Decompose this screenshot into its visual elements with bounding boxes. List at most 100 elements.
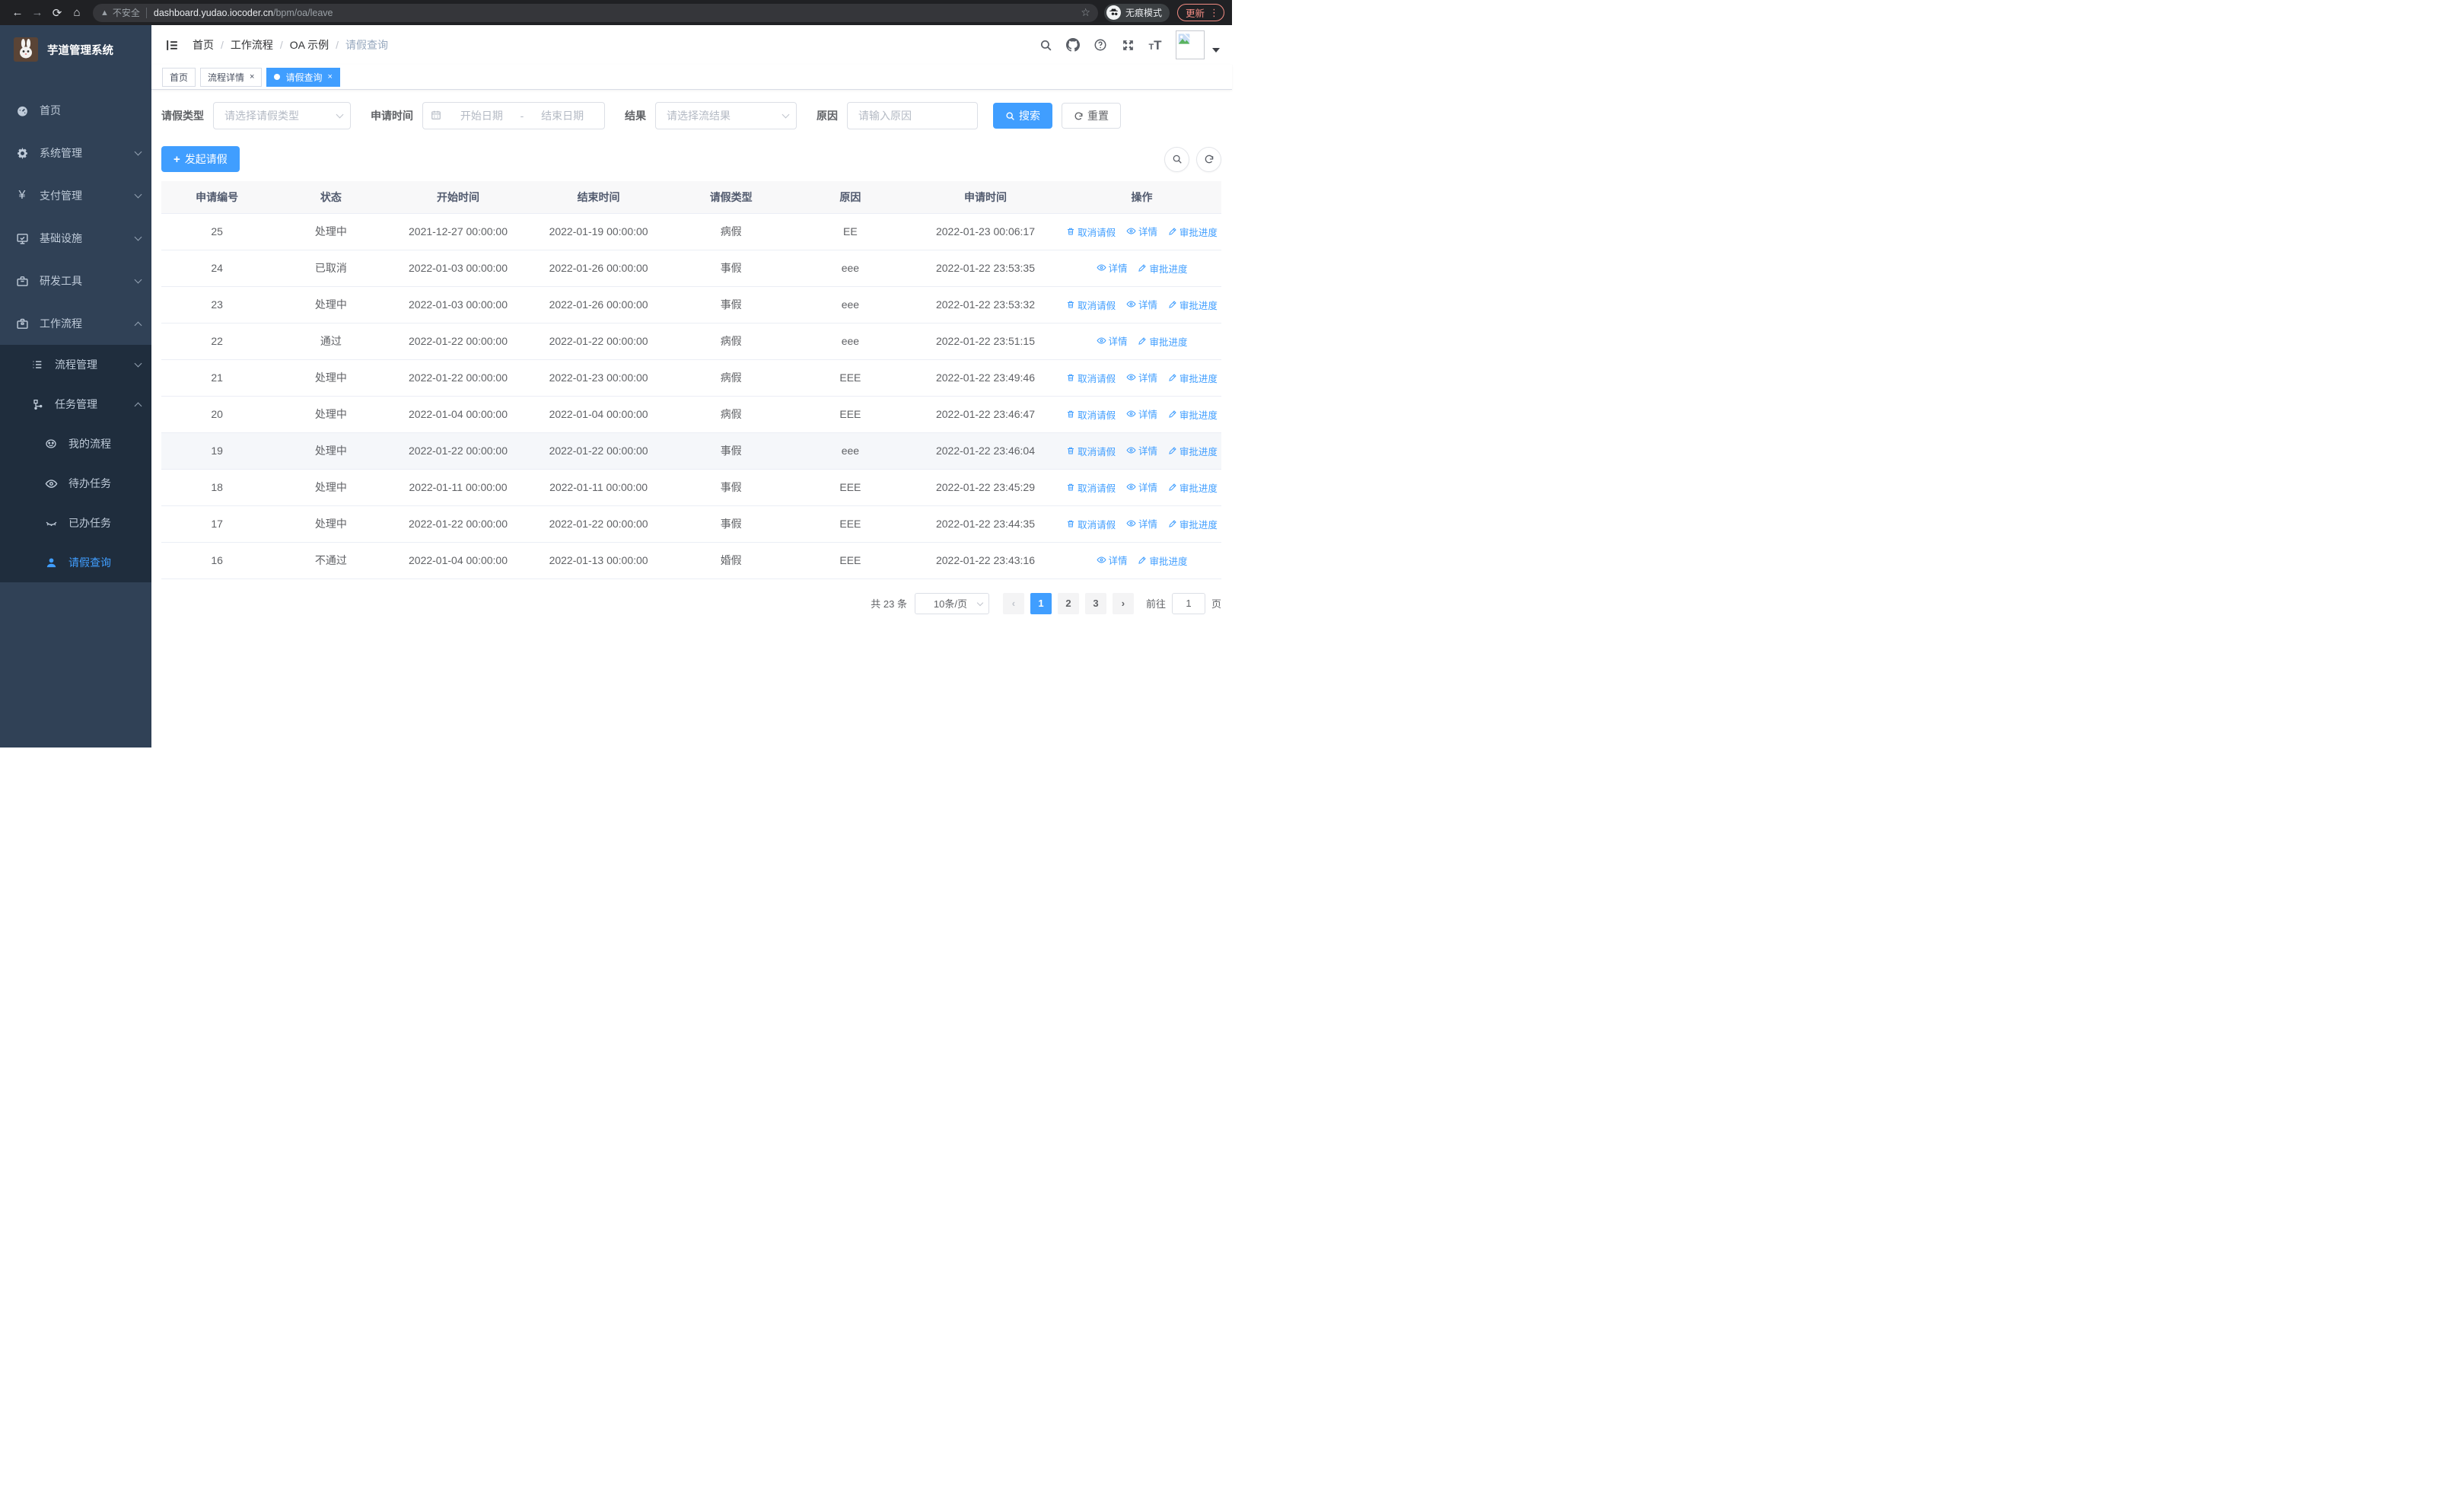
approval-progress-link[interactable]: 审批进度	[1168, 517, 1218, 531]
home-icon[interactable]: ⌂	[67, 3, 87, 23]
avatar-caret-icon[interactable]	[1212, 48, 1220, 53]
update-button[interactable]: 更新 ⋮	[1176, 4, 1224, 21]
detail-link[interactable]: 详情	[1126, 224, 1157, 238]
back-icon[interactable]: ←	[8, 3, 27, 23]
leave-type-select[interactable]: 请选择请假类型	[213, 102, 351, 129]
create-leave-button[interactable]: + 发起请假	[161, 146, 240, 172]
avatar[interactable]	[1176, 30, 1205, 59]
approval-progress-link[interactable]: 审批进度	[1168, 371, 1218, 385]
detail-link[interactable]: 详情	[1126, 297, 1157, 311]
breadcrumb-workflow[interactable]: 工作流程	[231, 37, 273, 53]
reset-button[interactable]: 重置	[1062, 103, 1121, 129]
close-icon[interactable]: ×	[250, 72, 254, 81]
sidebar-item-home[interactable]: 首页	[0, 89, 151, 132]
tab-home[interactable]: 首页	[162, 67, 196, 87]
detail-link[interactable]: 详情	[1096, 260, 1128, 275]
approval-progress-link[interactable]: 审批进度	[1168, 480, 1218, 495]
url-divider	[145, 7, 147, 18]
approval-progress-link[interactable]: 审批进度	[1138, 261, 1187, 276]
detail-link[interactable]: 详情	[1126, 370, 1157, 384]
detail-link[interactable]: 详情	[1126, 406, 1157, 421]
sidebar-item-infra[interactable]: 基础设施	[0, 217, 151, 260]
cancel-leave-link[interactable]: 取消请假	[1066, 371, 1116, 385]
sidebar-item-devtools[interactable]: 研发工具	[0, 260, 151, 302]
result-select[interactable]: 请选择流结果	[655, 102, 797, 129]
next-page-button[interactable]: ›	[1112, 592, 1134, 614]
approval-progress-link[interactable]: 审批进度	[1168, 225, 1218, 239]
sidebar-item-workflow[interactable]: 工作流程	[0, 302, 151, 345]
sidebar-item-payment[interactable]: ¥ 支付管理	[0, 174, 151, 217]
tab-process-detail[interactable]: 流程详情 ×	[200, 67, 263, 87]
plus-icon: +	[173, 152, 180, 166]
incognito-badge: 无痕模式	[1103, 3, 1170, 22]
collapse-sidebar-icon[interactable]	[164, 37, 180, 53]
breadcrumb-home[interactable]: 首页	[193, 37, 214, 53]
cancel-leave-link[interactable]: 取消请假	[1066, 480, 1116, 495]
search-icon[interactable]	[1034, 33, 1057, 56]
cell-reason: eee	[791, 323, 909, 360]
page-button-2[interactable]: 2	[1057, 592, 1079, 614]
cell-status: 处理中	[272, 213, 390, 250]
cancel-leave-link[interactable]: 取消请假	[1066, 225, 1116, 239]
calendar-icon	[431, 110, 441, 123]
help-icon[interactable]	[1089, 33, 1112, 56]
cancel-leave-link[interactable]: 取消请假	[1066, 407, 1116, 422]
approval-progress-link[interactable]: 审批进度	[1168, 407, 1218, 422]
toggle-search-button[interactable]	[1164, 146, 1189, 172]
sidebar-item-system[interactable]: 系统管理	[0, 132, 151, 174]
github-icon[interactable]	[1062, 33, 1084, 56]
sidebar-item-done-tasks[interactable]: 已办任务	[0, 503, 151, 543]
refresh-table-button[interactable]	[1196, 146, 1221, 172]
tab-leave-query[interactable]: 请假查询 ×	[266, 67, 340, 87]
goto-page-input[interactable]	[1171, 592, 1205, 614]
browser-menu-icon[interactable]: ⋮	[1209, 8, 1219, 18]
sidebar-item-task-mgmt[interactable]: 任务管理	[0, 384, 151, 424]
url-path: /bpm/oa/leave	[272, 7, 333, 18]
approval-progress-link[interactable]: 审批进度	[1168, 298, 1218, 312]
bookmark-star-icon[interactable]: ☆	[1081, 6, 1090, 19]
search-button[interactable]: 搜索	[993, 103, 1052, 129]
page-button-1[interactable]: 1	[1030, 592, 1052, 614]
forward-icon[interactable]: →	[27, 3, 47, 23]
sidebar-item-leave-query[interactable]: 请假查询	[0, 543, 151, 582]
incognito-icon	[1106, 5, 1121, 20]
url-bar[interactable]: ▲ 不安全 dashboard.yudao.iocoder.cn /bpm/oa…	[93, 3, 1098, 22]
breadcrumb-oa-example[interactable]: OA 示例	[290, 37, 329, 53]
sidebar-item-todo-tasks[interactable]: 待办任务	[0, 464, 151, 503]
cancel-leave-link[interactable]: 取消请假	[1066, 298, 1116, 312]
chevron-down-icon	[134, 148, 142, 156]
row-actions: 取消请假 详情 审批进度	[1062, 469, 1221, 506]
cell-reason: eee	[791, 432, 909, 470]
page-button-3[interactable]: 3	[1084, 592, 1106, 614]
sidebar-item-my-process[interactable]: 我的流程	[0, 424, 151, 464]
approval-progress-link[interactable]: 审批进度	[1138, 553, 1187, 568]
cell-reason: EEE	[791, 542, 909, 579]
approval-progress-link[interactable]: 审批进度	[1168, 444, 1218, 458]
detail-link[interactable]: 详情	[1126, 443, 1157, 457]
detail-link[interactable]: 详情	[1126, 516, 1157, 531]
fullscreen-icon[interactable]	[1116, 33, 1139, 56]
cancel-leave-link[interactable]: 取消请假	[1066, 517, 1116, 531]
col-apply-time: 申请时间	[909, 181, 1062, 214]
approval-progress-link[interactable]: 审批进度	[1138, 334, 1187, 349]
table-row: 21 处理中 2022-01-22 00:00:00 2022-01-23 00…	[161, 359, 1221, 397]
detail-link[interactable]: 详情	[1126, 480, 1157, 494]
page-size-select[interactable]: 10条/页	[914, 592, 989, 614]
reload-icon[interactable]: ⟳	[47, 3, 67, 23]
cell-start: 2022-01-04 00:00:00	[389, 542, 527, 579]
warning-icon: ▲	[100, 8, 109, 18]
cell-apply: 2022-01-22 23:46:47	[909, 396, 1062, 433]
apply-time-range-picker[interactable]: 开始日期 - 结束日期	[422, 102, 605, 129]
prev-page-button[interactable]: ‹	[1002, 592, 1024, 614]
font-size-icon[interactable]: TT	[1144, 33, 1167, 56]
chevron-down-icon	[134, 359, 142, 368]
eye-icon	[44, 477, 58, 490]
list-icon	[30, 358, 44, 371]
reason-input[interactable]	[847, 102, 978, 129]
detail-link[interactable]: 详情	[1096, 333, 1128, 348]
cancel-leave-link[interactable]: 取消请假	[1066, 444, 1116, 458]
close-icon[interactable]: ×	[327, 72, 332, 81]
sidebar-item-process-mgmt[interactable]: 流程管理	[0, 345, 151, 384]
detail-link[interactable]: 详情	[1096, 553, 1128, 567]
cell-apply: 2022-01-22 23:46:04	[909, 432, 1062, 470]
